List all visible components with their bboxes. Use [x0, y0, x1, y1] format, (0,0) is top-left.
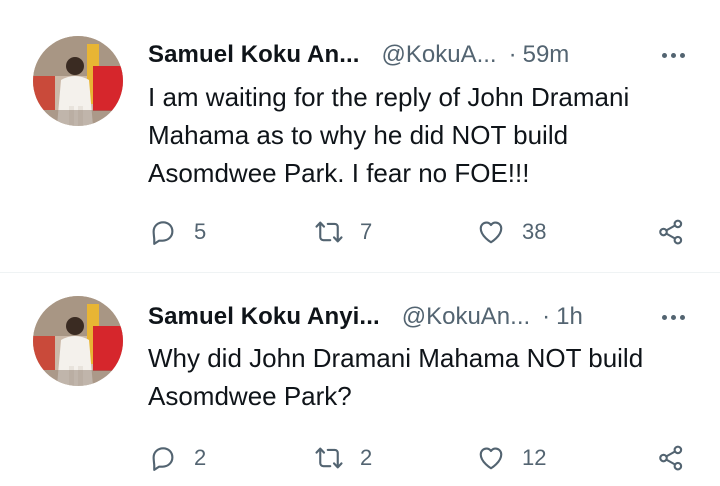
avatar-image [33, 296, 123, 386]
avatar[interactable] [33, 36, 123, 126]
retweet-icon [315, 447, 343, 469]
tweet-actions: 5 7 38 [148, 212, 693, 252]
retweet-count: 2 [360, 445, 373, 470]
reply-count: 5 [194, 219, 207, 244]
share-icon [659, 219, 683, 245]
more-horizontal-icon[interactable] [656, 304, 690, 330]
tweet-text: I am waiting for the reply of John Drama… [148, 82, 630, 188]
reply-button[interactable]: 5 [148, 212, 206, 252]
retweet-button[interactable]: 7 [314, 212, 372, 252]
tweet[interactable]: Samuel Koku An... @KokuA... · 59m I am w… [0, 0, 720, 272]
avatar-image [33, 36, 123, 126]
tweet[interactable]: Samuel Koku Anyi... @KokuAn... · 1h Why … [0, 273, 720, 486]
like-button[interactable]: 38 [476, 212, 546, 252]
separator-dot: · [542, 303, 551, 330]
author-handle[interactable]: @KokuAn... [402, 303, 530, 331]
share-icon [659, 445, 683, 471]
timestamp[interactable]: 59m [523, 41, 570, 69]
author-name[interactable]: Samuel Koku Anyi... [148, 303, 380, 331]
retweet-count: 7 [360, 219, 373, 244]
heart-icon [479, 447, 503, 470]
tweet-text: Why did John Dramani Mahama NOT build As… [148, 343, 644, 411]
retweet-button[interactable]: 2 [314, 438, 372, 478]
tweet-header: Samuel Koku Anyi... @KokuAn... · 1h [148, 300, 690, 334]
like-count: 12 [522, 445, 547, 470]
reply-button[interactable]: 2 [148, 438, 206, 478]
author-handle[interactable]: @KokuA... [382, 41, 497, 69]
reply-count: 2 [194, 445, 207, 470]
timestamp[interactable]: 1h [556, 303, 583, 331]
tweet-feed: Samuel Koku An... @KokuA... · 59m I am w… [0, 0, 720, 486]
tweet-header: Samuel Koku An... @KokuA... · 59m [148, 38, 690, 72]
tweet-actions: 2 2 12 [148, 438, 693, 478]
reply-icon [152, 221, 174, 245]
author-name[interactable]: Samuel Koku An... [148, 41, 360, 69]
retweet-icon [315, 221, 343, 243]
share-button[interactable] [656, 438, 686, 478]
more-horizontal-icon[interactable] [656, 42, 690, 68]
avatar[interactable] [33, 296, 123, 386]
reply-icon [152, 447, 174, 471]
heart-icon [479, 221, 503, 244]
separator-dot: · [508, 41, 517, 68]
like-count: 38 [522, 219, 547, 244]
like-button[interactable]: 12 [476, 438, 546, 478]
share-button[interactable] [656, 212, 686, 252]
